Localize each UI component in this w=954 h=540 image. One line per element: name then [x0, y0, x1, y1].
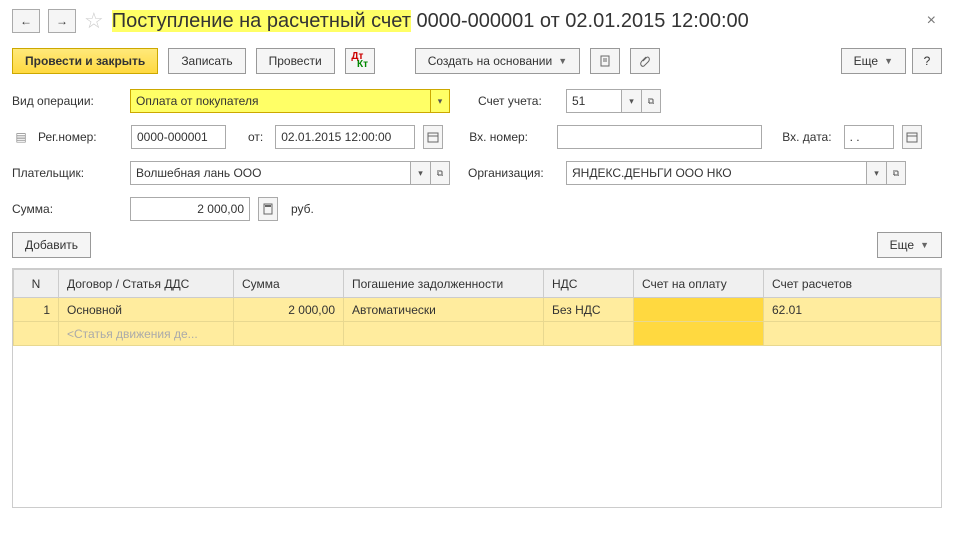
- payer-label: Плательщик:: [12, 166, 122, 180]
- org-open-button[interactable]: ⧉: [886, 161, 906, 185]
- calendar-icon-button[interactable]: [423, 125, 443, 149]
- nav-forward-button[interactable]: →: [48, 9, 76, 33]
- chevron-down-icon: ▼: [884, 56, 893, 66]
- account-field[interactable]: 51 ▾ ⧉: [566, 89, 661, 113]
- in-no-input[interactable]: [557, 125, 762, 149]
- calculator-button[interactable]: [258, 197, 278, 221]
- more-button[interactable]: Еще▼: [841, 48, 906, 74]
- chevron-down-icon: ▼: [558, 56, 567, 66]
- cell-invoice[interactable]: [634, 298, 764, 322]
- cell-n[interactable]: 1: [14, 298, 59, 322]
- payer-open-button[interactable]: ⧉: [430, 161, 450, 185]
- payer-field[interactable]: Волшебная лань ООО ▾ ⧉: [130, 161, 450, 185]
- op-type-input[interactable]: Оплата от покупателя: [130, 89, 430, 113]
- paperclip-icon: [639, 55, 651, 67]
- cell-sum[interactable]: 2 000,00: [234, 298, 344, 322]
- table-row-sub[interactable]: <Статья движения де...: [14, 322, 941, 346]
- close-button[interactable]: ×: [921, 12, 942, 30]
- in-date-label: Вх. дата:: [782, 130, 831, 144]
- add-row-button[interactable]: Добавить: [12, 232, 91, 258]
- favorite-star-icon[interactable]: ☆: [84, 8, 104, 34]
- cell-repay[interactable]: Автоматически: [344, 298, 544, 322]
- col-invoice[interactable]: Счет на оплату: [634, 270, 764, 298]
- attachment-button[interactable]: [630, 48, 660, 74]
- create-based-on-button[interactable]: Создать на основании▼: [415, 48, 580, 74]
- sum-input[interactable]: 2 000,00: [130, 197, 250, 221]
- calendar-icon: [906, 131, 918, 143]
- col-repay[interactable]: Погашение задолженности: [344, 270, 544, 298]
- col-settle[interactable]: Счет расчетов: [764, 270, 941, 298]
- org-input[interactable]: ЯНДЕКС.ДЕНЬГИ ООО НКО: [566, 161, 866, 185]
- document-icon: [599, 55, 611, 67]
- chevron-down-icon: ▼: [920, 240, 929, 250]
- col-n[interactable]: N: [14, 270, 59, 298]
- account-dropdown-button[interactable]: ▾: [621, 89, 641, 113]
- col-vat[interactable]: НДС: [544, 270, 634, 298]
- dt-kt-button[interactable]: Дт Кт: [345, 48, 375, 74]
- title-highlight: Поступление на расчетный счет: [112, 10, 411, 32]
- account-label: Счет учета:: [478, 94, 558, 108]
- details-table[interactable]: N Договор / Статья ДДС Сумма Погашение з…: [12, 268, 942, 508]
- payer-input[interactable]: Волшебная лань ООО: [130, 161, 410, 185]
- cell-settle[interactable]: 62.01: [764, 298, 941, 322]
- in-date-input[interactable]: . .: [844, 125, 894, 149]
- calendar-icon: [427, 131, 439, 143]
- from-label: от:: [248, 130, 263, 144]
- account-open-button[interactable]: ⧉: [641, 89, 661, 113]
- nav-back-button[interactable]: ←: [12, 9, 40, 33]
- sum-label: Сумма:: [12, 202, 122, 216]
- org-label: Организация:: [468, 166, 558, 180]
- help-button[interactable]: ?: [912, 48, 942, 74]
- from-date-input[interactable]: 02.01.2015 12:00:00: [275, 125, 415, 149]
- table-header-row: N Договор / Статья ДДС Сумма Погашение з…: [14, 270, 941, 298]
- calculator-icon: [262, 203, 274, 215]
- document-icon-button[interactable]: [590, 48, 620, 74]
- cell-vat[interactable]: Без НДС: [544, 298, 634, 322]
- post-and-close-button[interactable]: Провести и закрыть: [12, 48, 158, 74]
- op-type-label: Вид операции:: [12, 94, 122, 108]
- page-title: Поступление на расчетный счет 0000-00000…: [112, 10, 749, 33]
- post-button[interactable]: Провести: [256, 48, 335, 74]
- dt-kt-icon: Дт Кт: [351, 53, 368, 69]
- save-button[interactable]: Записать: [168, 48, 245, 74]
- table-more-button[interactable]: Еще▼: [877, 232, 942, 258]
- list-marker-icon: ▤: [12, 128, 30, 146]
- currency-label: руб.: [291, 202, 314, 216]
- org-dropdown-button[interactable]: ▾: [866, 161, 886, 185]
- org-field[interactable]: ЯНДЕКС.ДЕНЬГИ ООО НКО ▾ ⧉: [566, 161, 906, 185]
- reg-no-input[interactable]: 0000-000001: [131, 125, 226, 149]
- col-sum[interactable]: Сумма: [234, 270, 344, 298]
- reg-no-label: Рег.номер:: [38, 130, 123, 144]
- col-contract[interactable]: Договор / Статья ДДС: [59, 270, 234, 298]
- calendar-icon-button-2[interactable]: [902, 125, 922, 149]
- in-no-label: Вх. номер:: [469, 130, 549, 144]
- table-row[interactable]: 1 Основной 2 000,00 Автоматически Без НД…: [14, 298, 941, 322]
- cell-contract[interactable]: Основной: [59, 298, 234, 322]
- account-input[interactable]: 51: [566, 89, 621, 113]
- op-type-dropdown-button[interactable]: ▾: [430, 89, 450, 113]
- op-type-field[interactable]: Оплата от покупателя ▾: [130, 89, 450, 113]
- cell-contract-sub[interactable]: <Статья движения де...: [59, 322, 234, 346]
- payer-dropdown-button[interactable]: ▾: [410, 161, 430, 185]
